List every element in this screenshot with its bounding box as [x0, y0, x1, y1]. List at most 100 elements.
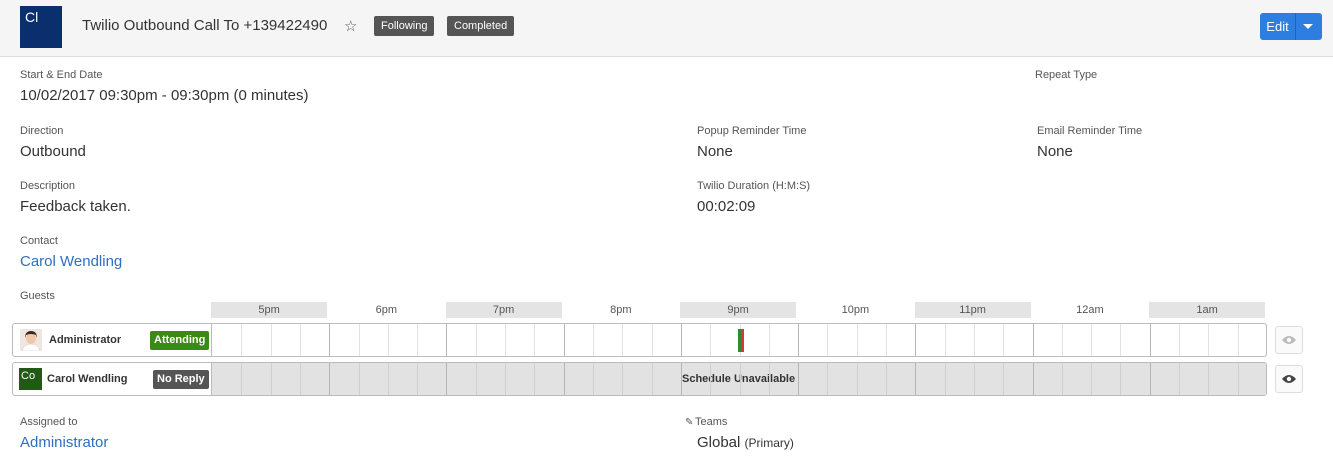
- grid-line: [1032, 363, 1034, 395]
- grid-line: [886, 324, 888, 356]
- grid-line: [563, 363, 565, 395]
- teams-value[interactable]: Global: [697, 434, 740, 451]
- grid-line: [1208, 363, 1210, 395]
- grid-line: [798, 363, 800, 395]
- record-avatar: Cl: [20, 6, 62, 48]
- eye-icon[interactable]: [1275, 365, 1303, 393]
- guest-name[interactable]: Carol Wendling: [47, 373, 127, 385]
- grid-line: [827, 324, 829, 356]
- grid-line: [710, 363, 712, 395]
- guest-row-carol-wendling: Co Carol Wendling No Reply Schedule Unav…: [12, 362, 1267, 396]
- grid-line: [915, 324, 917, 356]
- grid-line: [592, 324, 594, 356]
- grid-line: [915, 363, 917, 395]
- guest-name[interactable]: Administrator: [49, 334, 121, 346]
- teams-primary-tag: (Primary): [744, 436, 794, 450]
- timeline-hour-label: 6pm: [375, 304, 398, 316]
- edit-divider: [1295, 13, 1296, 40]
- grid-line: [651, 363, 653, 395]
- grid-line: [534, 363, 536, 395]
- contact-label: Contact: [20, 235, 58, 247]
- grid-line: [886, 363, 888, 395]
- grid-line: [475, 363, 477, 395]
- timeline-hour-label: 9pm: [680, 302, 797, 318]
- page-title: Twilio Outbound Call To +139422490: [82, 17, 328, 34]
- grid-line: [505, 363, 507, 395]
- grid-line: [827, 363, 829, 395]
- timeline-hour-label: 11pm: [914, 302, 1031, 318]
- grid-line: [739, 363, 741, 395]
- grid-line: [446, 324, 448, 356]
- grid-line: [358, 363, 360, 395]
- grid-line: [299, 324, 301, 356]
- grid-line: [1003, 363, 1005, 395]
- assigned-to-link[interactable]: Administrator: [20, 434, 108, 451]
- edit-button-group: Edit: [1260, 13, 1322, 40]
- grid-line: [1061, 363, 1063, 395]
- email-reminder-value: None: [1037, 143, 1073, 160]
- guest-row-administrator: Administrator Attending: [12, 323, 1267, 357]
- grid-line: [417, 324, 419, 356]
- contact-link[interactable]: Carol Wendling: [20, 253, 122, 270]
- grid-line: [973, 324, 975, 356]
- event-marker[interactable]: [741, 329, 744, 352]
- grid-line: [973, 363, 975, 395]
- timeline-hour-label: 1am: [1149, 302, 1266, 318]
- eye-icon[interactable]: [1275, 326, 1303, 354]
- grid-line: [1032, 324, 1034, 356]
- grid-line: [1061, 324, 1063, 356]
- timeline-hour-label: 8pm: [610, 304, 632, 316]
- grid-line: [1091, 324, 1093, 356]
- grid-line: [680, 324, 682, 356]
- pencil-icon[interactable]: ✎: [685, 417, 695, 428]
- grid-line: [270, 363, 272, 395]
- direction-value: Outbound: [20, 143, 86, 160]
- grid-line: [270, 324, 272, 356]
- popup-reminder-label: Popup Reminder Time: [697, 125, 807, 137]
- grid-line: [417, 363, 419, 395]
- grid-line: [710, 324, 712, 356]
- grid-line: [592, 363, 594, 395]
- timeline-hour-label: 5pm: [211, 302, 328, 318]
- caret-down-icon[interactable]: [1303, 24, 1313, 29]
- attendance-status[interactable]: Attending: [150, 331, 210, 350]
- grid-line: [622, 324, 624, 356]
- description-value: Feedback taken.: [20, 198, 131, 215]
- repeat-type-label: Repeat Type: [1035, 69, 1098, 81]
- direction-label: Direction: [20, 125, 64, 137]
- grid-line: [446, 363, 448, 395]
- grid-line: [1120, 363, 1122, 395]
- grid-line: [1179, 324, 1181, 356]
- grid-line: [1003, 324, 1005, 356]
- grid-line: [1237, 324, 1239, 356]
- timeline-hour-label: 7pm: [445, 302, 562, 318]
- grid-line: [1179, 363, 1181, 395]
- grid-line: [944, 324, 946, 356]
- grid-line: [387, 324, 389, 356]
- start-end-date-value: 10/02/2017 09:30pm - 09:30pm (0 minutes): [20, 87, 309, 104]
- star-icon[interactable]: ☆: [344, 17, 357, 35]
- grid-line: [299, 363, 301, 395]
- guest-info: Co Carol Wendling No Reply: [13, 363, 212, 395]
- grid-line: [1149, 324, 1151, 356]
- grid-line: [329, 324, 331, 356]
- twilio-duration-value: 00:02:09: [697, 198, 756, 215]
- grid-line: [944, 363, 946, 395]
- grid-line: [856, 363, 858, 395]
- twilio-duration-label: Twilio Duration (H:M:S): [697, 180, 811, 192]
- teams-label: Teams: [695, 416, 728, 428]
- description-label: Description: [20, 180, 76, 192]
- following-badge[interactable]: Following: [374, 16, 435, 36]
- grid-line: [241, 363, 243, 395]
- schedule-grid[interactable]: [212, 324, 1266, 356]
- popup-reminder-value: None: [697, 143, 733, 160]
- guest-avatar: Co: [19, 368, 42, 390]
- edit-button[interactable]: Edit: [1260, 13, 1295, 40]
- grid-line: [622, 363, 624, 395]
- grid-line: [1208, 324, 1210, 356]
- grid-line: [651, 324, 653, 356]
- grid-line: [358, 324, 360, 356]
- grid-line: [768, 324, 770, 356]
- grid-line: [798, 324, 800, 356]
- attendance-status[interactable]: No Reply: [153, 370, 209, 389]
